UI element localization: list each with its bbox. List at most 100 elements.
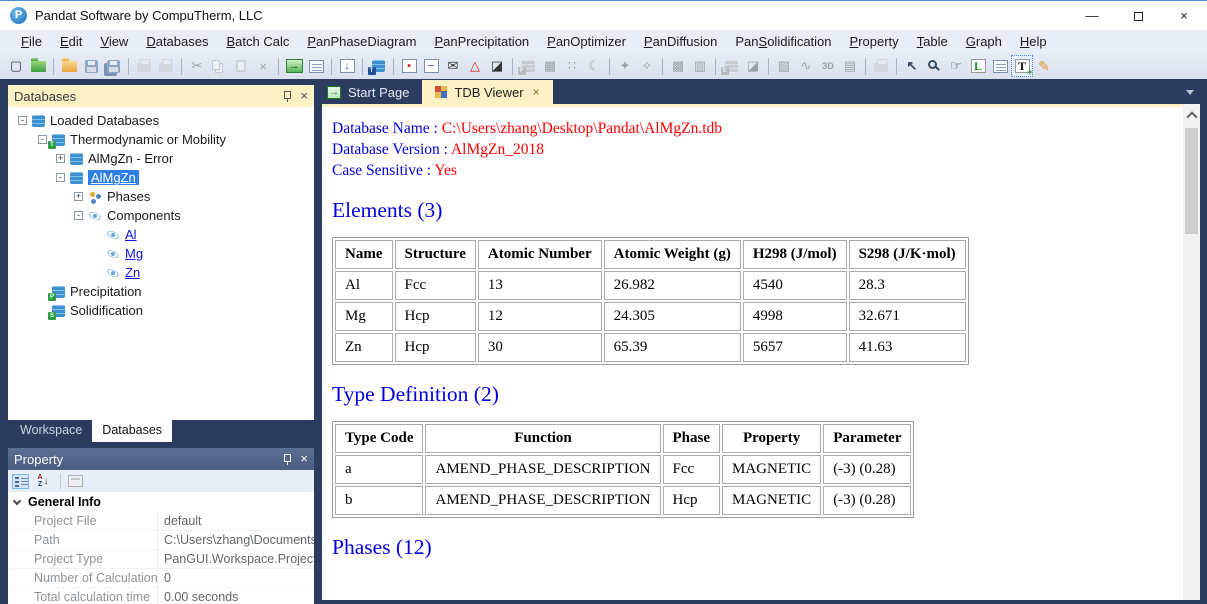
tab-tdb-viewer[interactable]: TDB Viewer × (422, 80, 552, 104)
expander-icon[interactable]: + (74, 192, 83, 201)
atom-icon (106, 228, 120, 242)
property-pages-icon (68, 475, 83, 487)
menu-panoptimizer[interactable]: PanOptimizer (538, 34, 635, 49)
line-calc-icon[interactable]: − (421, 56, 441, 76)
save-all-icon[interactable] (103, 56, 123, 76)
toolbar: ▢ ✂ × → ↓ T • − ✉ △ ◪ P ▦ ∷ ☾ ✦ ✧ ▩ (0, 53, 1207, 79)
maximize-button[interactable] (1115, 1, 1161, 31)
type-definition-heading: Type Definition (2) (332, 382, 1183, 407)
close-tab-icon[interactable]: × (533, 85, 540, 99)
scroll-up-icon[interactable] (1186, 111, 1197, 122)
section-calc-icon[interactable]: ✉ (443, 56, 463, 76)
save-icon[interactable] (81, 56, 101, 76)
menu-batch-calc[interactable]: Batch Calc (217, 34, 298, 49)
menu-panprecipitation[interactable]: PanPrecipitation (425, 34, 538, 49)
optimizer-run-icon: ✦ (615, 56, 635, 76)
tree-item-al[interactable]: Al (8, 225, 314, 244)
categorized-view-icon[interactable] (12, 474, 29, 489)
expander-icon[interactable]: - (18, 116, 27, 125)
window-title: Pandat Software by CompuTherm, LLC (35, 8, 263, 23)
menu-databases[interactable]: Databases (137, 34, 217, 49)
minimize-button[interactable]: — (1069, 1, 1115, 31)
tree-item-loaded-databases[interactable]: - Loaded Databases (8, 111, 314, 130)
export-graph-icon: ▤ (840, 56, 860, 76)
tree-item-almgzn[interactable]: - AlMgZn (8, 168, 314, 187)
property-list-icon[interactable] (990, 56, 1010, 76)
table-row: AlFcc1326.982454028.3 (335, 271, 966, 300)
tree-item-components[interactable]: - Components (8, 206, 314, 225)
optimizer-settings-icon: ✧ (637, 56, 657, 76)
edit-pencil-icon[interactable]: ✎ (1034, 56, 1054, 76)
tree-item-solidification[interactable]: S Solidification (8, 301, 314, 320)
databases-panel-header: Databases × (8, 85, 314, 107)
pin-icon[interactable] (281, 90, 292, 102)
menu-file[interactable]: File (12, 34, 51, 49)
tab-start-page[interactable]: → Start Page (314, 80, 422, 104)
menu-help[interactable]: Help (1011, 34, 1056, 49)
menu-pandiffusion[interactable]: PanDiffusion (635, 34, 726, 49)
tree-item-phases[interactable]: + Phases (8, 187, 314, 206)
pin-icon[interactable] (281, 453, 292, 465)
print-icon (156, 56, 176, 76)
import-database-icon[interactable]: ↓ (337, 56, 357, 76)
tree-item-mg[interactable]: Mg (8, 244, 314, 263)
point-calc-icon[interactable]: • (399, 56, 419, 76)
select-cursor-icon[interactable]: ↖ (902, 56, 922, 76)
solidification-database-icon: S (52, 305, 65, 317)
property-value[interactable]: default (158, 512, 314, 530)
title-bar: P Pandat Software by CompuTherm, LLC — × (0, 0, 1207, 30)
expander-icon[interactable]: - (56, 173, 65, 182)
zoom-tool-icon[interactable] (924, 56, 944, 76)
selected-tree-label[interactable]: AlMgZn (88, 170, 139, 185)
property-group-general-info[interactable]: General Info (8, 492, 314, 512)
load-tdb-icon[interactable]: T (368, 56, 388, 76)
menu-graph[interactable]: Graph (957, 34, 1011, 49)
tab-list-dropdown-icon[interactable] (1186, 90, 1194, 95)
menu-pansolidification[interactable]: PanSolidification (726, 34, 840, 49)
vertical-scrollbar[interactable] (1183, 104, 1200, 600)
open-file-icon[interactable] (59, 56, 79, 76)
menu-edit[interactable]: Edit (51, 34, 91, 49)
property-row: Total calculation time 0.00 seconds (8, 588, 314, 604)
expander-icon[interactable]: - (74, 211, 83, 220)
property-panel-title: Property (14, 452, 63, 467)
tree-item-almgzn-error[interactable]: + AlMgZn - Error (8, 149, 314, 168)
ternary-calc-icon[interactable]: △ (465, 56, 485, 76)
precipitation-database-icon: P (52, 286, 65, 298)
tab-workspace[interactable]: Workspace (10, 420, 92, 442)
tab-databases[interactable]: Databases (92, 420, 172, 442)
add-text-icon[interactable]: T+ (1012, 56, 1032, 76)
tree-item-thermodynamic[interactable]: - T Thermodynamic or Mobility (8, 130, 314, 149)
menu-table[interactable]: Table (908, 34, 957, 49)
menu-panphasediagram[interactable]: PanPhaseDiagram (298, 34, 425, 49)
tree-item-precipitation[interactable]: P Precipitation (8, 282, 314, 301)
run-calculation-icon[interactable]: → (284, 56, 304, 76)
property-value[interactable]: 0 (158, 569, 314, 587)
close-button[interactable]: × (1161, 1, 1207, 31)
expander-icon[interactable]: - (38, 135, 47, 144)
tree-item-zn[interactable]: Zn (8, 263, 314, 282)
tdb-viewer-icon (435, 86, 447, 98)
scrollbar-thumb[interactable] (1185, 128, 1198, 234)
close-panel-icon[interactable]: × (300, 453, 308, 465)
batch-options-icon[interactable] (306, 56, 326, 76)
property-value[interactable]: C:\Users\zhang\Documents\ (158, 531, 314, 549)
new-project-icon[interactable]: ▢ (6, 56, 26, 76)
paste-icon (231, 56, 251, 76)
contour-calc-icon[interactable]: ◪ (487, 56, 507, 76)
menu-view[interactable]: View (91, 34, 137, 49)
precip-sim-icon: ▦ (540, 56, 560, 76)
pan-tool-icon[interactable]: ☞ (946, 56, 966, 76)
menu-property[interactable]: Property (841, 34, 908, 49)
property-value[interactable]: PanGUI.Workspace.Project. (158, 550, 314, 568)
ttt-diagram-icon: ∷ (562, 56, 582, 76)
expander-icon[interactable]: + (56, 154, 65, 163)
database-version-line: Database Version : AlMgZn_2018 (332, 139, 1183, 160)
property-row: Project File default (8, 512, 314, 531)
open-workspace-icon[interactable] (28, 56, 48, 76)
property-value[interactable]: 0.00 seconds (158, 588, 314, 604)
legend-tool-icon[interactable]: L (968, 56, 988, 76)
sort-alphabetical-icon[interactable]: AZ ↓ (33, 473, 53, 489)
close-panel-icon[interactable]: × (300, 90, 308, 102)
table-row: ZnHcp3065.39565741.63 (335, 333, 966, 362)
